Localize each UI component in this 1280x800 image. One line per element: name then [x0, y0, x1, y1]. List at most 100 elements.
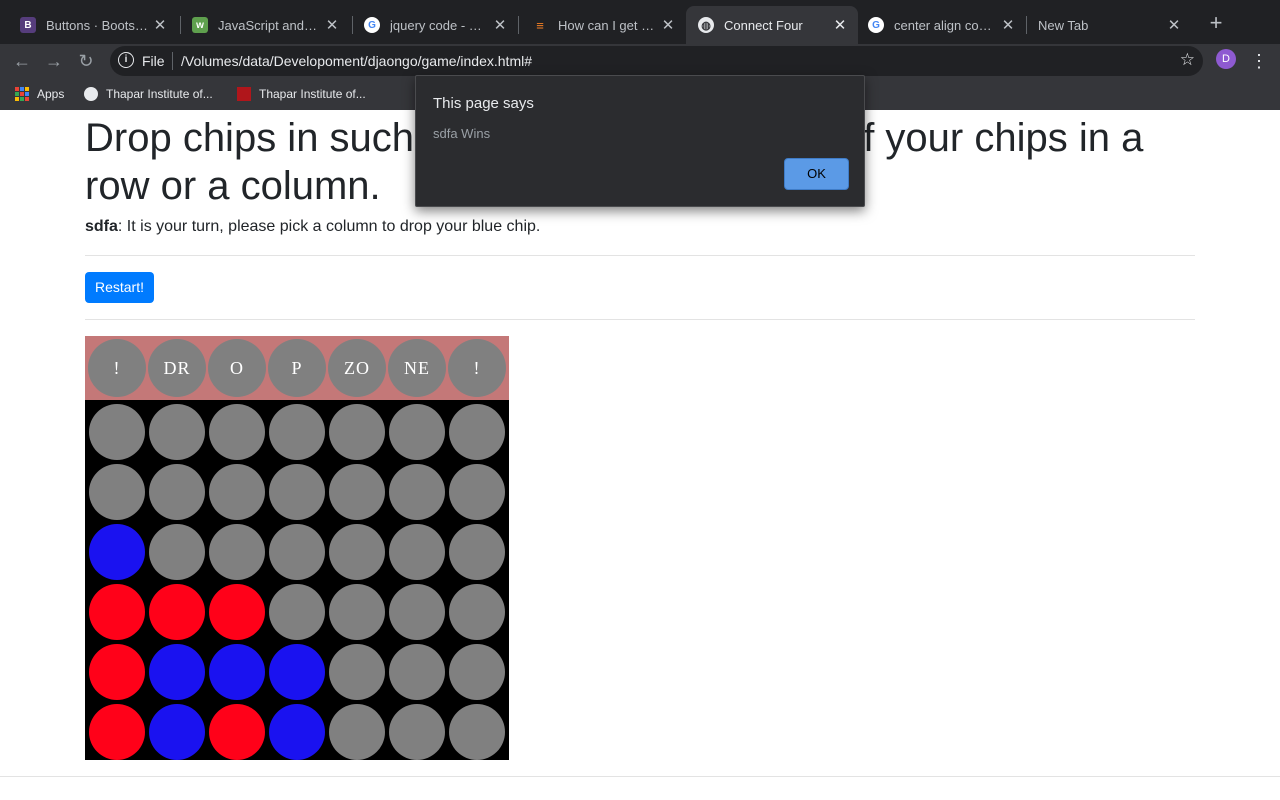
drop-zone-chip[interactable]: P — [268, 339, 326, 397]
empty-slot — [389, 584, 445, 640]
board-cell — [327, 702, 387, 762]
tab-connect-four[interactable]: ◍ Connect Four ✕ — [686, 6, 858, 44]
drop-zone-cell[interactable]: O — [207, 338, 267, 398]
new-tab-plus-icon[interactable]: + — [1205, 12, 1227, 35]
profile-avatar[interactable]: D — [1216, 49, 1236, 69]
board-cell — [267, 462, 327, 522]
browser-tab-strip: B Buttons · Bootstrap ✕ w JavaScript and… — [0, 0, 1280, 44]
board-cell — [207, 522, 267, 582]
bookmark-label: Thapar Institute of... — [106, 87, 213, 101]
browser-menu-icon[interactable]: ⋮ — [1250, 48, 1268, 74]
tab-center-align-google[interactable]: G center align conta ✕ — [856, 8, 1026, 42]
drop-zone-chip[interactable]: ZO — [328, 339, 386, 397]
board-cell — [267, 642, 327, 702]
bookmark-apps[interactable]: Apps — [15, 85, 64, 103]
board-cell — [147, 462, 207, 522]
drop-zone-chip[interactable]: ! — [88, 339, 146, 397]
drop-zone-cell[interactable]: ! — [87, 338, 147, 398]
drop-zone-cell[interactable]: DR — [147, 338, 207, 398]
turn-status: sdfa: It is your turn, please pick a col… — [85, 218, 540, 236]
ok-button[interactable]: OK — [784, 158, 849, 190]
bookmark-star-icon[interactable]: ☆ — [1180, 50, 1195, 70]
empty-slot — [149, 404, 205, 460]
empty-slot — [389, 704, 445, 760]
drop-zone-chip[interactable]: ! — [448, 339, 506, 397]
url-text[interactable]: /Volumes/data/Developoment/djaongo/game/… — [181, 53, 532, 69]
globe-icon — [84, 87, 98, 101]
empty-slot — [149, 524, 205, 580]
tab-divider — [518, 16, 519, 34]
close-tab-icon[interactable]: ✕ — [324, 16, 340, 34]
board-cell — [207, 402, 267, 462]
url-divider — [172, 52, 173, 70]
tab-bootstrap-buttons[interactable]: B Buttons · Bootstrap ✕ — [8, 8, 178, 42]
board-cell — [447, 642, 507, 702]
drop-zone-chip[interactable]: DR — [148, 339, 206, 397]
board-cell — [87, 642, 147, 702]
back-arrow-icon[interactable]: ← — [10, 49, 34, 73]
blue-chip — [149, 704, 205, 760]
drop-zone-cell[interactable]: ! — [447, 338, 507, 398]
empty-slot — [389, 404, 445, 460]
board-cell — [327, 522, 387, 582]
restart-button[interactable]: Restart! — [85, 272, 154, 303]
board-cell — [87, 702, 147, 762]
board-grid — [85, 400, 509, 760]
board-cell — [327, 402, 387, 462]
board-cell — [267, 702, 327, 762]
close-tab-icon[interactable]: ✕ — [492, 16, 508, 34]
empty-slot — [269, 404, 325, 460]
close-tab-icon[interactable]: ✕ — [832, 16, 848, 34]
board-cell — [327, 462, 387, 522]
drop-zone-chip[interactable]: NE — [388, 339, 446, 397]
close-tab-icon[interactable]: ✕ — [1166, 16, 1182, 34]
board-cell — [447, 522, 507, 582]
address-bar[interactable]: i File /Volumes/data/Developoment/djaong… — [110, 46, 1203, 76]
google-favicon-icon: G — [364, 17, 380, 33]
game-board: ! DR O P ZO NE! — [85, 336, 509, 760]
bookmark-thapar-2[interactable]: Thapar Institute of... — [237, 85, 366, 103]
bookmark-thapar-1[interactable]: Thapar Institute of... — [84, 85, 213, 103]
url-scheme: File — [142, 53, 165, 69]
board-cell — [147, 402, 207, 462]
empty-slot — [449, 404, 505, 460]
empty-slot — [329, 644, 385, 700]
board-cell — [207, 702, 267, 762]
board-cell — [387, 462, 447, 522]
drop-zone-chip[interactable]: O — [208, 339, 266, 397]
turn-message: : It is your turn, please pick a column … — [117, 218, 541, 235]
board-cell — [267, 582, 327, 642]
tab-javascript-html[interactable]: w JavaScript and HTML ✕ — [180, 8, 350, 42]
empty-slot — [209, 464, 265, 520]
board-cell — [147, 522, 207, 582]
drop-zone-cell[interactable]: NE — [387, 338, 447, 398]
forward-arrow-icon[interactable]: → — [42, 49, 66, 73]
board-cell — [87, 522, 147, 582]
board-cell — [447, 462, 507, 522]
site-info-icon[interactable]: i — [118, 52, 134, 68]
tab-new-tab[interactable]: New Tab ✕ — [1026, 8, 1192, 42]
tab-stackoverflow[interactable]: ≡ How can I get the ✕ — [520, 8, 686, 42]
red-chip — [89, 644, 145, 700]
tab-jquery-google[interactable]: G jquery code - Google ✕ — [352, 8, 518, 42]
close-tab-icon[interactable]: ✕ — [152, 16, 168, 34]
empty-slot — [449, 584, 505, 640]
close-tab-icon[interactable]: ✕ — [1000, 16, 1016, 34]
player-name: sdfa — [85, 218, 118, 235]
reload-icon[interactable]: ↻ — [74, 49, 98, 73]
board-cell — [387, 402, 447, 462]
board-cell — [147, 582, 207, 642]
drop-zone-cell[interactable]: ZO — [327, 338, 387, 398]
drop-zone-cell[interactable]: P — [267, 338, 327, 398]
board-cell — [327, 642, 387, 702]
stackoverflow-favicon-icon: ≡ — [536, 17, 544, 33]
dialog-message: sdfa Wins — [433, 126, 491, 141]
empty-slot — [389, 464, 445, 520]
board-cell — [147, 642, 207, 702]
blue-chip — [209, 644, 265, 700]
red-chip — [89, 584, 145, 640]
browser-toolbar: ← → ↻ i File /Volumes/data/Developoment/… — [0, 44, 1280, 78]
board-cell — [447, 582, 507, 642]
close-tab-icon[interactable]: ✕ — [660, 16, 676, 34]
globe-favicon-icon: ◍ — [698, 17, 714, 33]
